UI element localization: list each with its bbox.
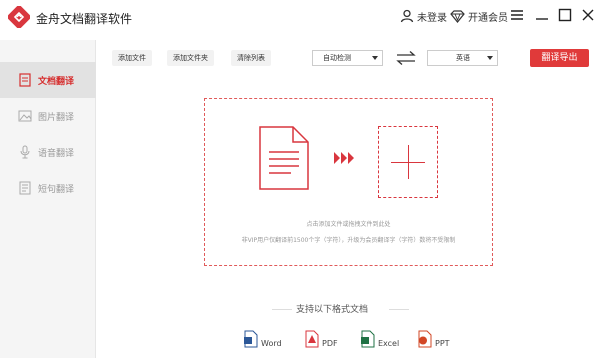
pdf-icon [305, 330, 319, 348]
document-icon [18, 73, 32, 87]
plus-icon-vertical [408, 145, 409, 179]
ppt-icon [418, 330, 432, 348]
app-title: 金舟文档翻译软件 [36, 12, 133, 26]
source-language-select[interactable]: 自动检测 [312, 50, 383, 66]
target-language-select[interactable]: 英语 [427, 50, 498, 66]
add-file-button[interactable]: 添加文件 [112, 50, 152, 66]
image-icon [18, 109, 32, 123]
close-button[interactable] [579, 6, 597, 24]
divider-left [272, 309, 292, 310]
format-word: Word [244, 326, 282, 348]
word-icon [244, 330, 258, 348]
vip-limit-text: 非VIP用户仅翻译前1500个字（字符），升级为会员翻译字（字符）数将不受限制 [241, 237, 456, 244]
vip-button[interactable]: 开通会员 [450, 6, 508, 26]
format-label: Excel [378, 339, 400, 348]
chevron-down-icon [372, 56, 378, 60]
text-note-icon [18, 181, 32, 195]
sidebar-item-label: 语音翻译 [38, 148, 75, 159]
sidebar-item-image[interactable]: 图片翻译 [0, 98, 96, 134]
sidebar-item-sentence[interactable]: 短句翻译 [0, 170, 96, 206]
drop-hint-text: 点击添加文件或拖拽文件到此处 [306, 221, 391, 228]
chevron-down-icon [487, 56, 493, 60]
add-folder-button[interactable]: 添加文件夹 [167, 50, 214, 66]
format-label: PPT [435, 339, 450, 348]
formats-title: 支持以下格式文档 [296, 305, 369, 315]
sidebar-item-label: 短句翻译 [38, 184, 75, 195]
diamond-icon [450, 9, 465, 23]
target-language-value: 英语 [456, 54, 470, 62]
format-excel: Excel [361, 326, 399, 348]
login-button[interactable]: 未登录 [400, 6, 447, 26]
user-icon [400, 9, 414, 23]
sidebar-item-document[interactable]: 文档翻译 [0, 62, 96, 98]
format-label: Word [261, 339, 282, 348]
clear-list-button[interactable]: 清除列表 [231, 50, 271, 66]
add-file-box[interactable] [378, 126, 438, 198]
maximize-icon [558, 8, 572, 22]
format-ppt: PPT [418, 326, 450, 348]
menu-button[interactable] [508, 6, 526, 24]
vip-label: 开通会员 [468, 12, 508, 24]
sidebar-item-label: 文档翻译 [38, 76, 75, 87]
excel-icon [361, 330, 375, 348]
title-bar: 金舟文档翻译软件 未登录 开通会员 [0, 0, 600, 36]
source-language-value: 自动检测 [323, 54, 351, 62]
divider-right [389, 309, 409, 310]
format-pdf: PDF [305, 326, 338, 348]
fast-forward-icon [334, 152, 354, 164]
translate-export-button[interactable]: 翻译导出 [530, 49, 589, 67]
sidebar-item-voice[interactable]: 语音翻译 [0, 134, 96, 170]
maximize-button[interactable] [556, 6, 574, 24]
app-logo-icon [8, 6, 30, 28]
minimize-button[interactable] [533, 6, 551, 24]
format-label: PDF [322, 339, 338, 348]
microphone-icon [18, 145, 32, 159]
swap-language-icon[interactable] [395, 50, 417, 66]
menu-icon [511, 10, 523, 20]
document-file-icon [259, 126, 309, 190]
sidebar-item-label: 图片翻译 [38, 112, 75, 123]
close-icon [582, 9, 594, 21]
minimize-icon [536, 18, 548, 20]
sidebar: 文档翻译 图片翻译 语音翻译 短句翻译 [0, 40, 96, 358]
login-label: 未登录 [417, 12, 447, 24]
